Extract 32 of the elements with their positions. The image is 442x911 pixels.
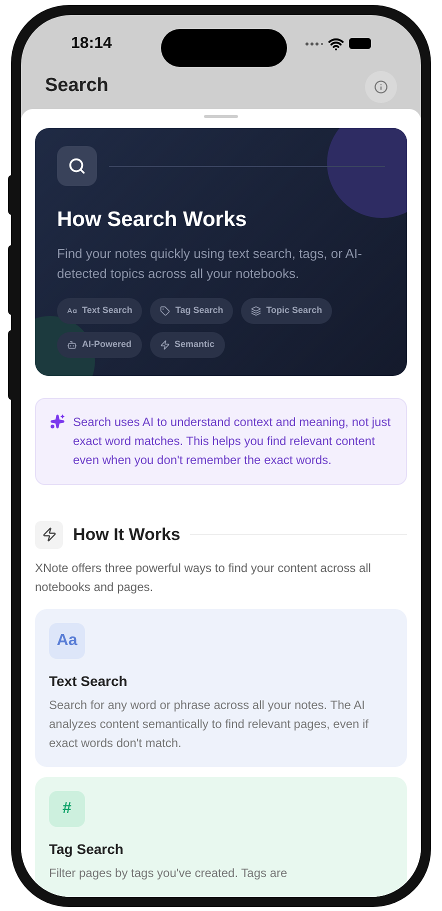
search-icon xyxy=(57,146,97,186)
feature-chip: Tag Search xyxy=(150,298,234,324)
feature-glyph-tile: Aa xyxy=(49,622,85,658)
signal-icon xyxy=(305,40,323,46)
feature-chip: AI-Powered xyxy=(57,332,142,358)
info-icon xyxy=(374,80,388,94)
feature-glyph-tile: # xyxy=(49,790,85,826)
info-button[interactable] xyxy=(365,70,397,102)
status-time: 18:14 xyxy=(71,34,112,54)
lightning-icon xyxy=(35,520,63,548)
section-title: How It Works xyxy=(73,524,180,546)
feature-chip: Semantic xyxy=(150,332,225,358)
feature-description: Filter pages by tags you've created. Tags are xyxy=(49,864,288,882)
sheet-handle[interactable] xyxy=(204,114,238,118)
ai-info-text: Search uses AI to understand context and meaning, not just exact word matches. This helps you find relevant content even when you don't remember the exact words. xyxy=(73,414,392,468)
feature-description: Search for any word or phrase across all your notes. The AI analyzes content semantically to find relevant pages, even if exact words don't match. xyxy=(49,696,370,752)
robot-icon xyxy=(67,340,77,350)
feature-chip: Text Search xyxy=(57,298,142,324)
layers-icon xyxy=(251,306,262,316)
page-title: Search xyxy=(45,74,108,98)
lightning-icon xyxy=(160,340,170,350)
hero-title: How Search Works xyxy=(57,207,248,234)
wifi-icon xyxy=(328,36,344,52)
tag-icon xyxy=(160,306,170,316)
section-description: XNote offers three powerful ways to find your content across all notebooks and pages. xyxy=(35,560,372,596)
hero-description: Find your notes quickly using text search, tags, or AI-detected topics across all your notebooks. xyxy=(57,244,363,283)
feature-title: Tag Search xyxy=(49,840,124,859)
letter-case-icon xyxy=(67,306,77,316)
battery-icon xyxy=(349,38,371,49)
feature-title: Text Search xyxy=(49,672,128,690)
feature-chip: Topic Search xyxy=(241,298,332,324)
sparkles-icon xyxy=(50,414,65,428)
